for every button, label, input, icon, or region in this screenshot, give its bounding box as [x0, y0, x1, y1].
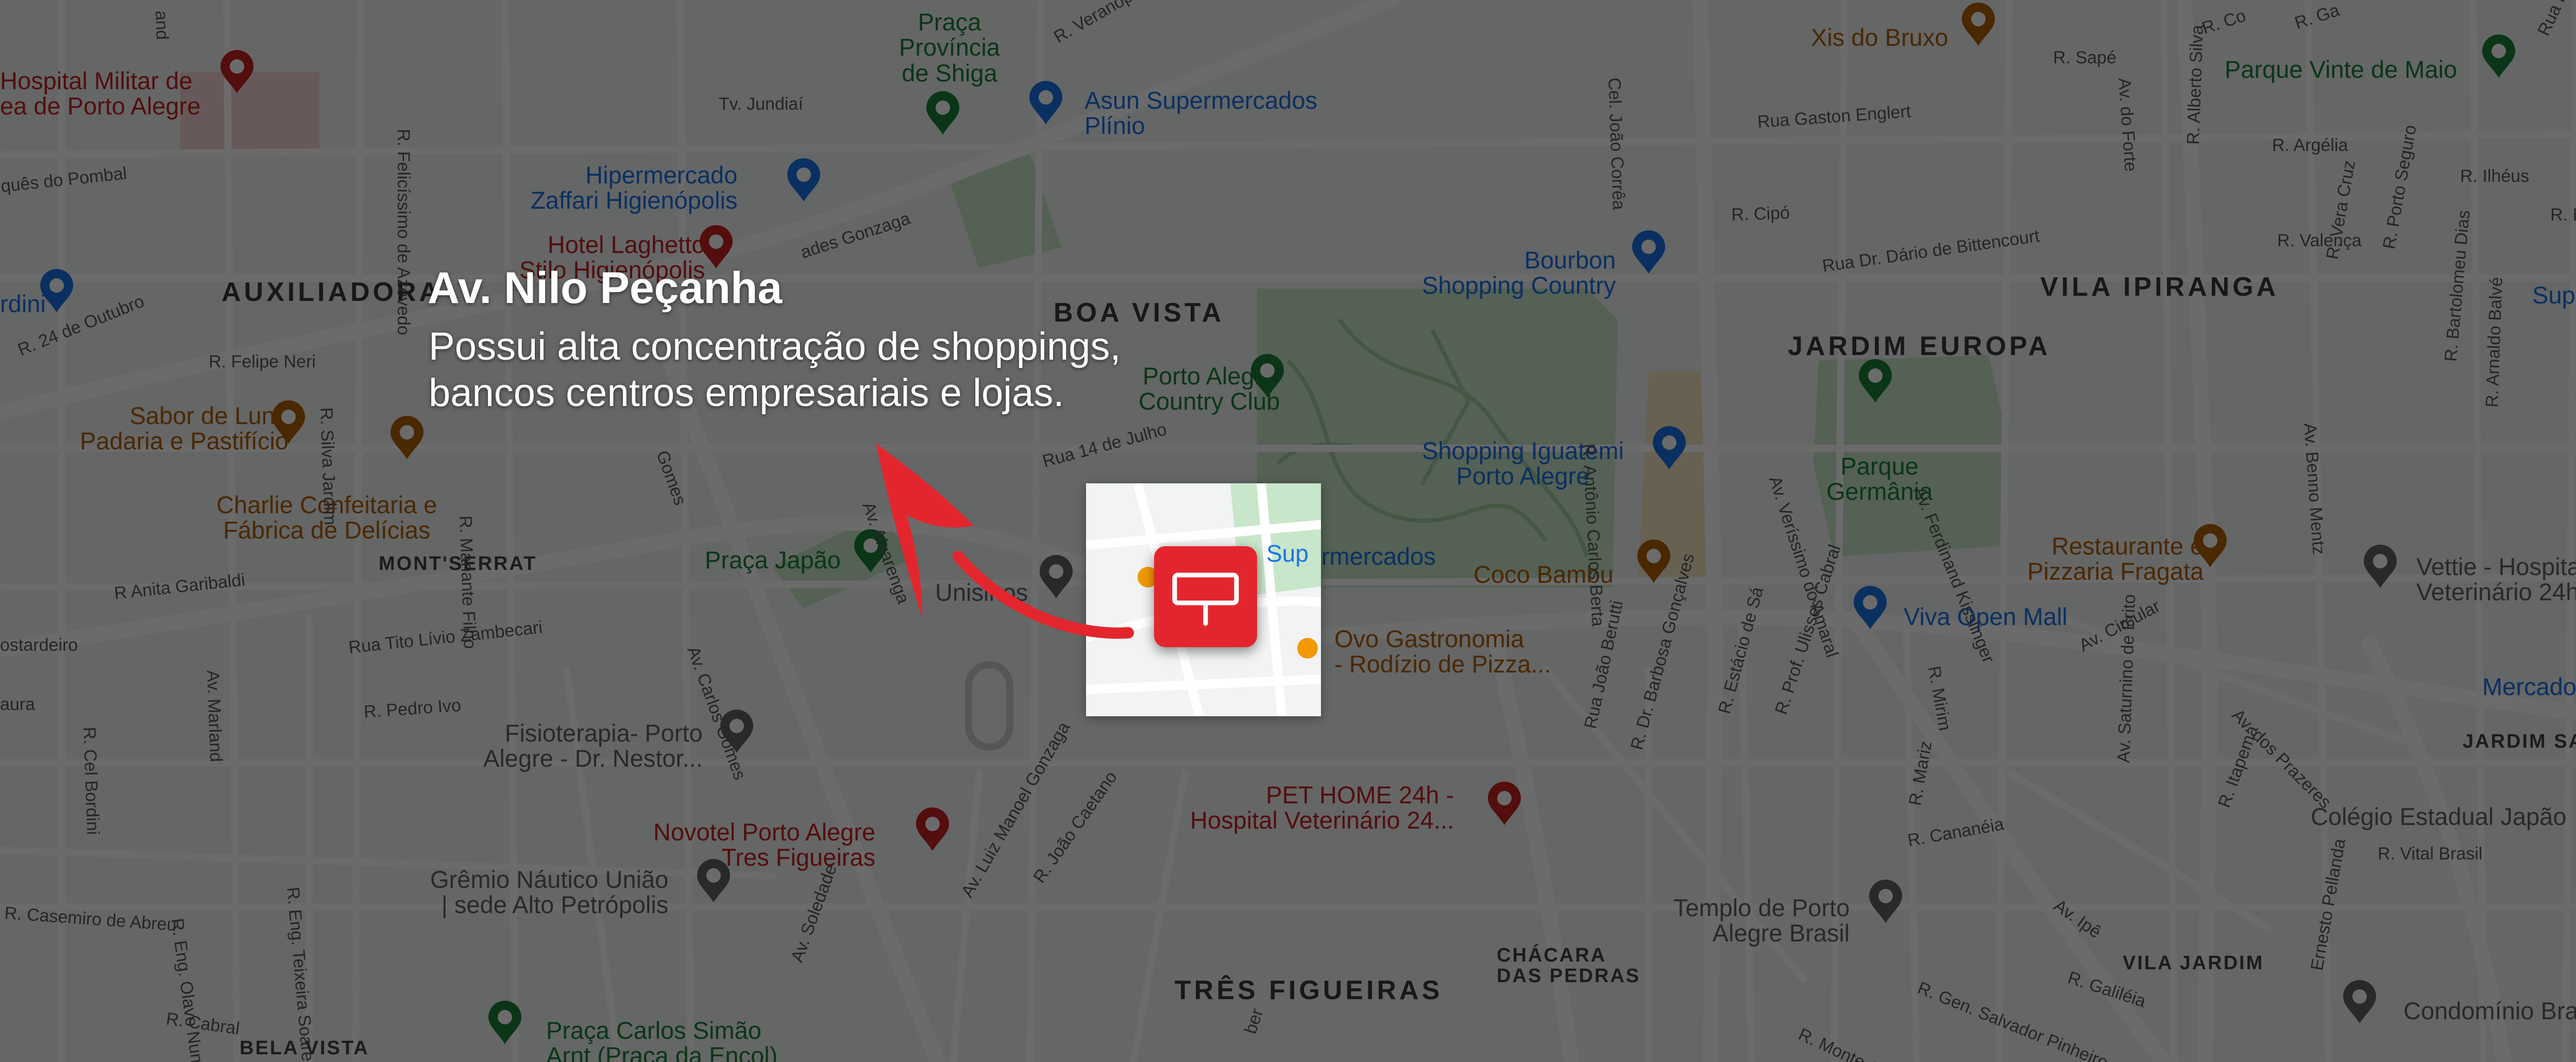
place-label-ovo-gastronomia[interactable]: Ovo Gastronomia - Rodízio de Pizza... [1334, 626, 1551, 677]
signboard-icon [1172, 572, 1239, 626]
cafe-icon[interactable] [270, 400, 307, 445]
neighborhood-label-vila-ipiranga: VILA IPIRANGA [2040, 272, 2279, 302]
pin-icon[interactable] [2341, 980, 2378, 1024]
street-label-r-felipe-neri: R. Felipe Neri [209, 352, 316, 372]
street-label-r-sape: R. Sapé [2053, 48, 2116, 68]
shopping-cart-icon[interactable] [1027, 81, 1064, 125]
street-label-r-aura: aura [0, 695, 36, 714]
neighborhood-label-boa-vista: BOA VISTA [1054, 298, 1225, 328]
neighborhood-label-jardim-sabara: JARDIM SABARÁ [2463, 731, 2576, 752]
street-label-r-cel-joao-correa: Cel. João Corrêa [1604, 77, 1629, 211]
golf-icon[interactable] [1249, 354, 1286, 398]
pin-icon[interactable] [1486, 782, 1523, 826]
place-label-praca-carlos-simao[interactable]: Praça Carlos Simão Arnt (Praça da Encol) [546, 1018, 777, 1062]
restaurant-icon[interactable] [2192, 524, 2229, 568]
restaurant-icon[interactable] [388, 416, 426, 460]
pin-icon[interactable] [695, 859, 732, 903]
place-label-condominio-bravo[interactable]: Condomínio Bravo [2403, 998, 2576, 1024]
street-label-r-ilheus: R. Ilhéus [2460, 166, 2530, 186]
tree-icon[interactable] [2480, 35, 2517, 79]
shopping-bag-icon[interactable] [38, 269, 75, 313]
place-label-fisioterapia[interactable]: Fisioterapia- Porto Alegre - Dr. Nestor.… [483, 720, 703, 771]
bar-icon[interactable] [1635, 540, 1672, 584]
place-label-mercado-du[interactable]: Mercado Du [2482, 674, 2576, 700]
place-label-sabor-de-luna[interactable]: Sabor de Luna Padaria e Pastifício [80, 403, 289, 454]
place-label-hospital-militar[interactable]: Hospital Militar de ea de Porto Alegre [0, 68, 200, 119]
shopping-bag-icon[interactable] [1630, 230, 1667, 275]
street-label-r-silva-jardim: R. Silva Jardim [316, 407, 340, 526]
place-label-praca-japao[interactable]: Praça Japão [705, 547, 841, 573]
neighborhood-label-vila-jardim: VILA JARDIM [2123, 952, 2264, 974]
street-label-r-bituba: R. Mariante Filho [455, 515, 480, 649]
street-label-r-argelia: R. Argélia [2272, 136, 2348, 155]
place-label-colegio-japao[interactable]: Colégio Estadual Japão [2311, 804, 2566, 830]
tree-icon[interactable] [486, 1001, 523, 1045]
street-label-r-e: R. E [2550, 205, 2576, 225]
callout-description: Possui alta concentração de shoppings, b… [429, 325, 1121, 415]
neighborhood-label-jardim-europa: JARDIM EUROPA [1788, 331, 2051, 361]
street-label-av-ostardeiro: ostardeiro [0, 635, 78, 655]
callout-title: Av. Nilo Peçanha [428, 263, 783, 313]
street-label-r-bordini: R. Cel Bordini [79, 726, 103, 835]
tree-icon[interactable] [924, 91, 961, 136]
place-label-bourbon-shopping[interactable]: Bourbon Shopping Country [1422, 247, 1616, 298]
place-label-gremio-nautico[interactable]: Grêmio Náutico União | sede Alto Petrópo… [430, 867, 668, 918]
street-label-r-and: and [151, 10, 172, 40]
school-icon[interactable] [1038, 555, 1075, 599]
street-label-r-vital-brasil: R. Vital Brasil [2378, 844, 2483, 864]
place-of-worship-icon[interactable] [1867, 880, 1904, 924]
map-screen: AUXILIADORA BOA VISTA JARDIM EUROPA VILA IP… [0, 0, 2576, 1062]
place-label-novotel[interactable]: Novotel Porto Alegre Tres Figueiras [653, 819, 875, 870]
place-label-viva-open-mall[interactable]: Viva Open Mall [1904, 604, 2067, 630]
street-label-r-cipo: R. Cipó [1731, 203, 1790, 225]
neighborhood-label-tres-figueiras: TRÊS FIGUEIRAS [1175, 975, 1443, 1005]
shopping-bag-icon[interactable] [1852, 586, 1889, 630]
place-label-restaurante-fragata[interactable]: Restaurante e Pizzaria Fragata [2027, 533, 2204, 584]
shopping-bag-icon[interactable] [1651, 426, 1688, 470]
place-label-superm[interactable]: Superma [2532, 282, 2576, 308]
street-label-r-marland: Av. Marland [203, 669, 226, 763]
place-label-praca-shiga[interactable]: Praça Província de Shiga [899, 9, 1000, 86]
pin-icon[interactable] [2362, 545, 2399, 589]
place-label-vettie-hospital[interactable]: Vettie - Hospital Veterinário 24h [2416, 554, 2576, 605]
signboard-marker[interactable] [1154, 546, 1257, 647]
tree-icon[interactable] [1857, 359, 1894, 403]
place-label-templo-porto-alegre[interactable]: Templo de Porto Alegre Brasil [1673, 895, 1850, 946]
hospital-icon[interactable] [218, 50, 256, 94]
neighborhood-label-chacara-das-pedras: CHÁCARA DAS PEDRAS [1497, 945, 1641, 987]
place-label-xis-do-bruxo[interactable]: Xis do Bruxo [1811, 25, 1948, 50]
street-label-r-valenca: R. Valença [2277, 231, 2362, 250]
place-label-parque-vinte-de-maio[interactable]: Parque Vinte de Maio [2225, 57, 2457, 82]
place-label-asun[interactable]: Asun Supermercados Plínio [1084, 88, 1317, 139]
street-label-tv-jundiai: Tv. Jundiaí [719, 94, 803, 114]
place-label-pet-home[interactable]: PET HOME 24h - Hospital Veterinário 24..… [1190, 782, 1454, 833]
shopping-cart-icon[interactable] [785, 158, 822, 203]
hotel-icon[interactable] [914, 807, 951, 852]
place-label-hipermercado-zaffari[interactable]: Hipermercado Zaffari Higienópolis [531, 162, 737, 213]
place-label-unisinos[interactable]: Unisinos [935, 580, 1028, 605]
restaurant-icon[interactable] [1960, 3, 1997, 47]
street-label-r-felicissimo: R. Felicíssimo de Azevedo [394, 129, 413, 335]
svg-text:Sup: Sup [1266, 540, 1309, 567]
